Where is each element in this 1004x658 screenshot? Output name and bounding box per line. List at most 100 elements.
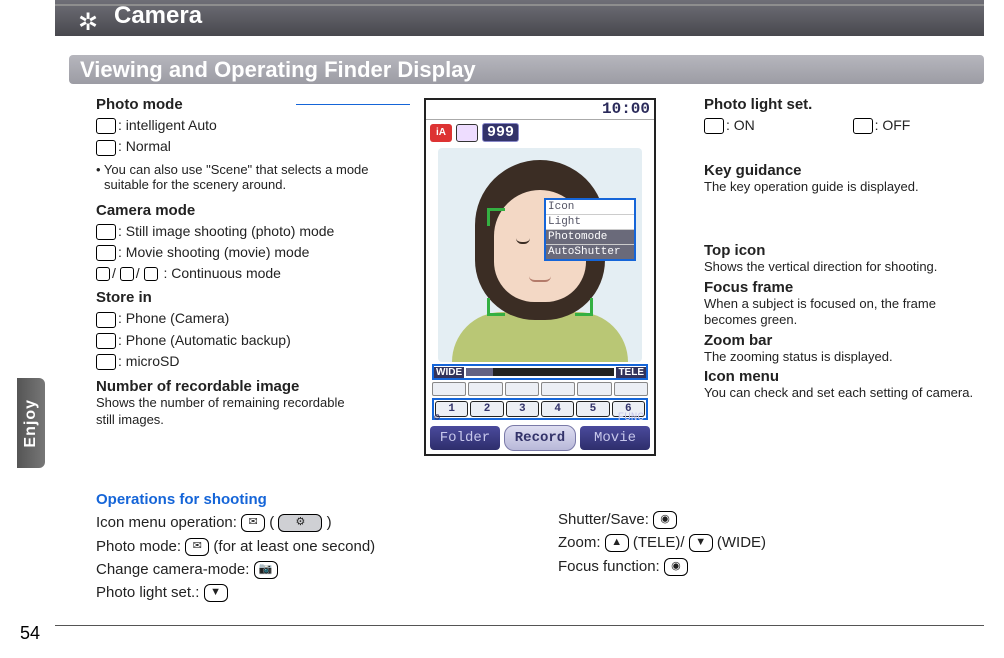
bottom-rule <box>55 625 984 626</box>
zoom-tele-label: TELE <box>616 367 646 378</box>
zoom-bar: WIDE TELE <box>432 364 648 380</box>
kg-row: Photomode <box>546 230 634 245</box>
camera-mode-heading: Camera mode <box>96 202 406 219</box>
center-key-icon: ◉ <box>653 511 677 529</box>
up-key-icon: ▲ <box>605 534 629 552</box>
camera-mode-item-2: : Movie shooting (movie) mode <box>118 244 309 260</box>
ops-l1a: Icon menu operation: <box>96 514 241 531</box>
ops-l1b: ( <box>269 514 278 531</box>
zoom-track <box>466 368 614 376</box>
mini-icon <box>432 382 466 396</box>
ops-l1c: ) <box>327 514 332 531</box>
kg-row: Icon <box>546 200 634 215</box>
focus-frame-desc: When a subject is focused on, the frame … <box>704 296 954 329</box>
camera-mode-item-1: : Still image shooting (photo) mode <box>118 223 334 239</box>
icon-menu-cell: 3 <box>506 401 539 417</box>
finder-display: 10:00 iA 999 Icon Light Photomode AutoSh… <box>424 98 656 456</box>
key-guidance-heading: Key guidance <box>704 162 994 179</box>
store-in-item-2: : Phone (Automatic backup) <box>118 332 291 348</box>
normal-mode-icon <box>96 140 116 156</box>
phone-camera-icon <box>96 312 116 328</box>
photo-light-heading: Photo light set. <box>704 96 994 113</box>
down-key-icon: ▼ <box>689 534 713 552</box>
ops-heading: Operations for shooting <box>96 488 536 511</box>
side-tab: Enjoy <box>17 378 45 468</box>
key-guidance-box: Icon Light Photomode AutoShutter <box>544 198 636 261</box>
store-in-item-3: : microSD <box>118 353 179 369</box>
softkey-left: ⚙ Folder <box>430 426 500 450</box>
mini-icon <box>468 382 502 396</box>
mail-key-icon: ✉ <box>185 538 209 556</box>
kg-row: Light <box>546 215 634 230</box>
ops-l2a: Photo mode: <box>96 538 185 555</box>
sep1: / <box>112 265 116 281</box>
photo-mode-note: • You can also use "Scene" that selects … <box>96 162 392 192</box>
ops-r2c: (WIDE) <box>717 534 766 551</box>
focus-frame-heading: Focus frame <box>704 279 994 296</box>
phone-backup-icon <box>96 333 116 349</box>
camera-mode-indicator-icon <box>456 124 478 142</box>
kg-row: AutoShutter <box>546 245 634 259</box>
mini-icon <box>577 382 611 396</box>
camera-mode-item-3: : Continuous mode <box>163 265 281 281</box>
zoom-wide-label: WIDE <box>434 367 464 378</box>
photo-mode-item-1: : intelligent Auto <box>118 117 217 133</box>
mini-icon <box>541 382 575 396</box>
mail-key-icon: ✉ <box>241 514 265 532</box>
ops-l4a: Photo light set.: <box>96 584 204 601</box>
mini-icon <box>505 382 539 396</box>
shamrock-icon: ✲ <box>78 8 98 37</box>
ops-r3a: Focus function: <box>558 558 664 575</box>
top-icon-heading: Top icon <box>704 242 994 259</box>
zoom-bar-desc: The zooming status is displayed. <box>704 349 994 365</box>
light-off-icon <box>853 118 873 134</box>
recordable-heading: Number of recordable image <box>96 378 406 395</box>
ops-r2b: (TELE)/ <box>633 534 685 551</box>
microsd-icon <box>96 354 116 370</box>
icon-menu-heading: Icon menu <box>704 368 994 385</box>
section-title: Camera <box>114 2 202 30</box>
page-title: Viewing and Operating Finder Display <box>80 57 476 83</box>
status-bar: 10:00 <box>426 100 654 120</box>
light-on-label: : ON <box>726 117 755 133</box>
top-icon-desc: Shows the vertical direction for shootin… <box>704 259 994 275</box>
leader-line <box>296 104 410 105</box>
softkey-row: ⚙ Folder Record FUNC Movie <box>430 424 650 452</box>
continuous-c-icon <box>144 267 158 281</box>
ops-r1a: Shutter/Save: <box>558 511 653 528</box>
focus-corner-icon <box>487 298 505 316</box>
softkey-right-label: Movie <box>594 430 636 446</box>
continuous-a-icon <box>96 267 110 281</box>
softkey-right-top: FUNC <box>618 412 644 424</box>
focus-key-icon: ◉ <box>664 558 688 576</box>
camera-key-icon: 📷 <box>254 561 278 579</box>
icon-menu-desc: You can check and set each setting of ca… <box>704 385 974 401</box>
movie-mode-icon <box>96 245 116 261</box>
mini-icon-row <box>432 382 648 396</box>
gear-icon: ⚙ <box>434 412 440 424</box>
key-guidance-desc: The key operation guide is displayed. <box>704 179 994 195</box>
photo-mode-item-2: : Normal <box>118 138 171 154</box>
icon-menu: 1 2 3 4 5 6 <box>432 398 648 420</box>
store-in-heading: Store in <box>96 289 406 306</box>
icon-menu-cell: 2 <box>470 401 503 417</box>
softkey-record: Record <box>504 425 576 451</box>
softkey-left-label: Folder <box>440 430 490 446</box>
page-number: 54 <box>20 623 40 644</box>
softkey-right: FUNC Movie <box>580 426 650 450</box>
viewfinder-area: Icon Light Photomode AutoShutter <box>438 148 642 362</box>
ops-r2a: Zoom: <box>558 534 605 551</box>
store-in-item-1: : Phone (Camera) <box>118 310 229 326</box>
icon-menu-cell: 5 <box>576 401 609 417</box>
focus-corner-icon <box>487 208 505 226</box>
left-column: Photo mode : intelligent Auto : Normal •… <box>96 96 406 428</box>
ops-l2b: (for at least one second) <box>213 538 375 555</box>
recordable-desc: Shows the number of remaining recordable… <box>96 395 356 428</box>
down-key-icon: ▼ <box>204 584 228 602</box>
ops-right: Shutter/Save: ◉ Zoom: ▲ (TELE)/ ▼ (WIDE)… <box>558 508 978 578</box>
continuous-m-icon <box>120 267 134 281</box>
finder-bottom: WIDE TELE 1 2 3 4 5 6 ⚙ Folder Record FU… <box>426 364 654 454</box>
right-column: Photo light set. : ON : OFF Key guidance… <box>704 96 994 401</box>
focus-corner-icon <box>575 298 593 316</box>
icon-menu-cell: 4 <box>541 401 574 417</box>
